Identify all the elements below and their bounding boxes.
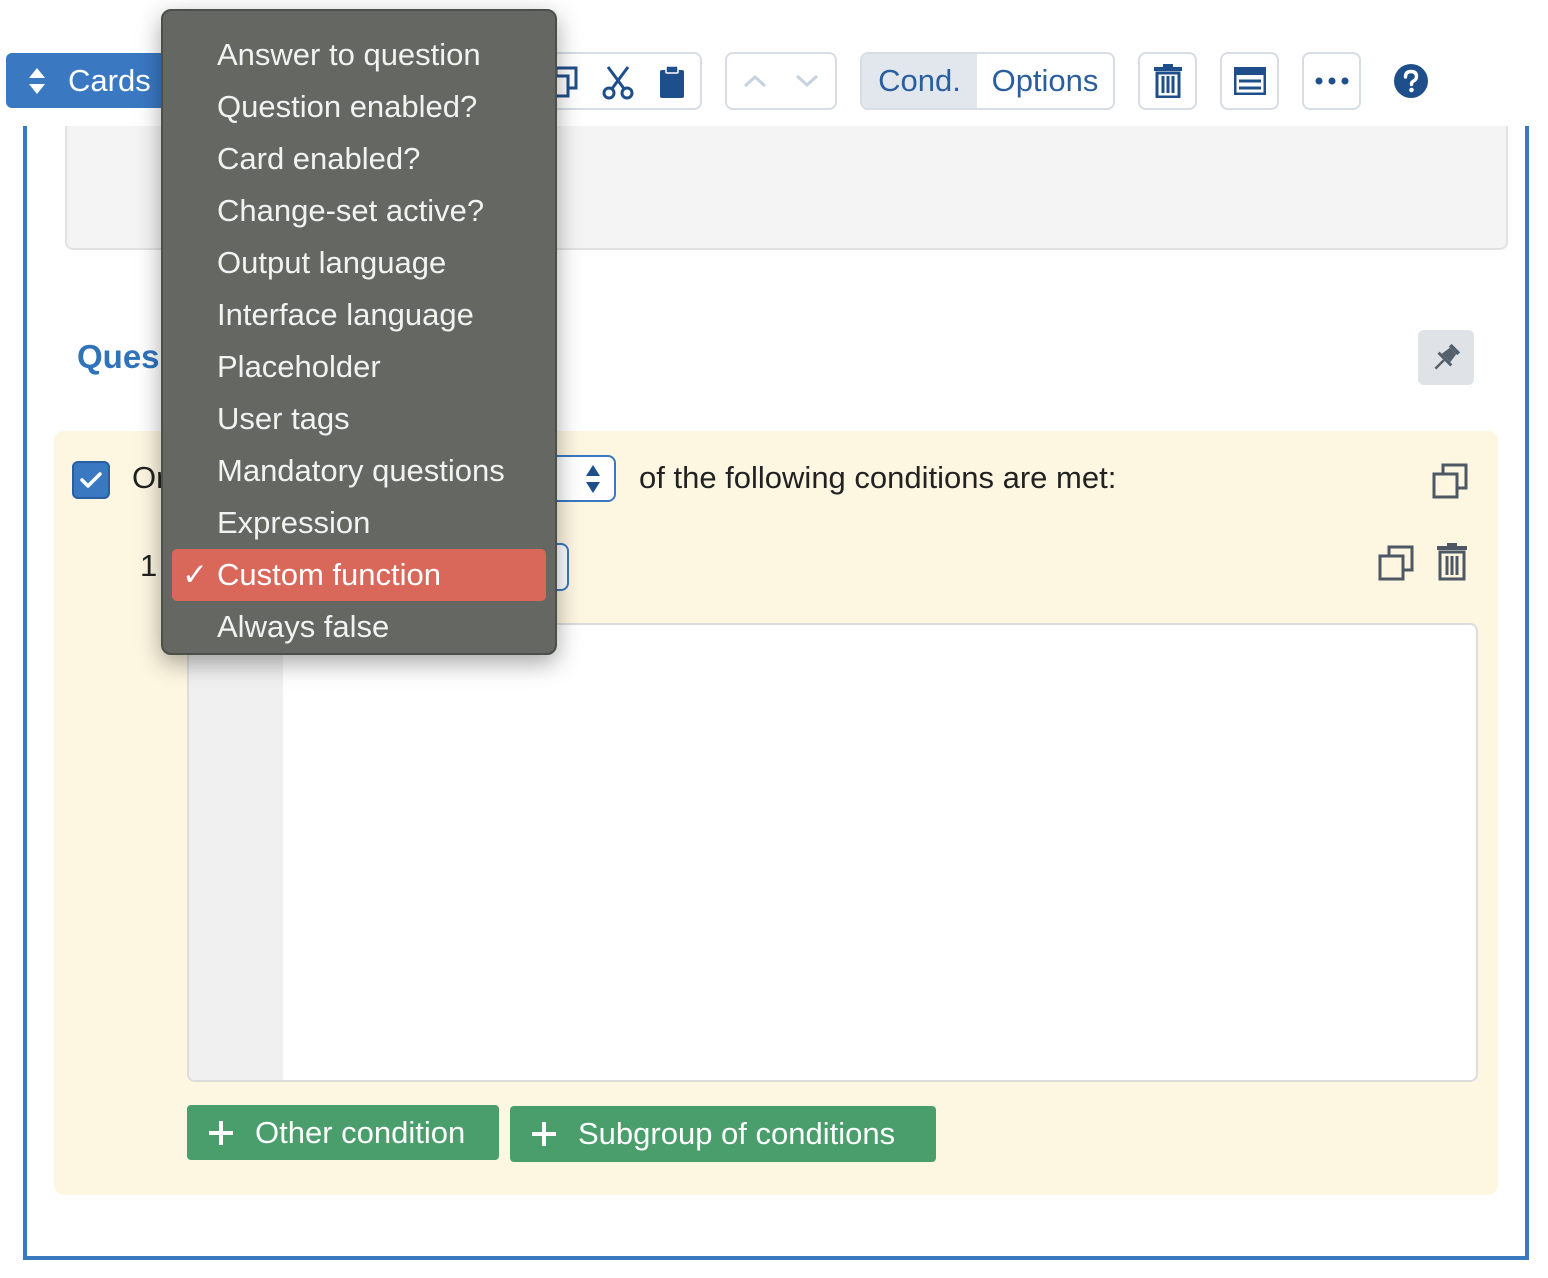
- menu-item-label: Interface language: [217, 297, 474, 332]
- delete-card-button[interactable]: [1138, 52, 1197, 110]
- menu-item[interactable]: User tags: [163, 393, 555, 445]
- view-mode-tabs: Cond. Options: [860, 52, 1115, 110]
- group-suffix-label: of the following conditions are met:: [639, 460, 1117, 495]
- add-subgroup-button[interactable]: Subgroup of conditions: [510, 1106, 936, 1162]
- menu-item-label: Card enabled?: [217, 141, 421, 176]
- more-options-button[interactable]: [1302, 52, 1361, 110]
- tab-options[interactable]: Options: [977, 54, 1113, 108]
- menu-item-label: Always false: [217, 609, 390, 644]
- subgroup-label: Subgroup of conditions: [578, 1116, 896, 1151]
- question-circle-icon: [1394, 64, 1428, 98]
- copy-icon[interactable]: [1430, 461, 1470, 501]
- group-enabled-checkbox[interactable]: [72, 461, 110, 499]
- menu-item[interactable]: Output language: [163, 237, 555, 289]
- menu-item-label: Placeholder: [217, 349, 381, 384]
- menu-item[interactable]: Question enabled?: [163, 81, 555, 133]
- clipboard-icon[interactable]: [652, 62, 692, 102]
- other-condition-label: Other condition: [255, 1114, 466, 1150]
- chevron-up-icon[interactable]: [735, 60, 775, 102]
- condition-type-menu: Answer to question Question enabled? Card …: [161, 9, 557, 655]
- menu-item-label: Answer to question: [217, 37, 481, 72]
- menu-item[interactable]: Expression: [163, 497, 555, 549]
- scissors-icon[interactable]: [596, 62, 640, 102]
- sort-icon: [29, 67, 45, 94]
- clipboard-toolbar-group: [540, 52, 702, 110]
- select-arrows-icon: [586, 465, 600, 493]
- menu-item-label: Custom function: [217, 557, 441, 592]
- help-button[interactable]: [1390, 60, 1432, 102]
- menu-item-label: User tags: [217, 401, 350, 436]
- tab-conditions[interactable]: Cond.: [862, 54, 977, 108]
- chevron-down-icon[interactable]: [787, 60, 827, 102]
- menu-item[interactable]: Always false: [163, 601, 555, 653]
- list-icon: [1233, 67, 1266, 95]
- trash-icon[interactable]: [1434, 542, 1470, 582]
- custom-function-editor[interactable]: [187, 623, 1478, 1082]
- cards-label: Cards: [68, 62, 151, 98]
- trash-icon: [1153, 64, 1182, 98]
- cards-select-button[interactable]: Cards: [6, 53, 166, 108]
- pin-button[interactable]: [1418, 330, 1474, 385]
- menu-item[interactable]: Card enabled?: [163, 133, 555, 185]
- menu-item[interactable]: ✓ Custom function: [172, 549, 546, 601]
- editor-line-gutter: [189, 625, 283, 1080]
- menu-item-label: Mandatory questions: [217, 453, 505, 488]
- menu-item[interactable]: Change-set active?: [163, 185, 555, 237]
- pin-icon: [1434, 343, 1461, 369]
- menu-item-label: Output language: [217, 245, 447, 280]
- checkmark-icon: ✓: [182, 557, 208, 592]
- plus-icon: [532, 1122, 556, 1146]
- ellipsis-icon: [1315, 77, 1348, 85]
- list-view-button[interactable]: [1220, 52, 1279, 110]
- move-toolbar-group: [725, 52, 837, 110]
- menu-item-label: Expression: [217, 505, 371, 540]
- add-other-condition-button[interactable]: Other condition: [187, 1105, 499, 1160]
- menu-item-label: Question enabled?: [217, 89, 478, 124]
- plus-icon: [209, 1120, 233, 1145]
- menu-item[interactable]: Interface language: [163, 289, 555, 341]
- copy-icon[interactable]: [1376, 543, 1416, 583]
- menu-item[interactable]: Answer to question: [163, 29, 555, 81]
- section-title: Ques: [77, 338, 160, 375]
- menu-item-label: Change-set active?: [217, 193, 485, 228]
- check-icon: [80, 472, 102, 488]
- condition-number: 1: [140, 548, 158, 583]
- menu-item[interactable]: Mandatory questions: [163, 445, 555, 497]
- menu-item[interactable]: Placeholder: [163, 341, 555, 393]
